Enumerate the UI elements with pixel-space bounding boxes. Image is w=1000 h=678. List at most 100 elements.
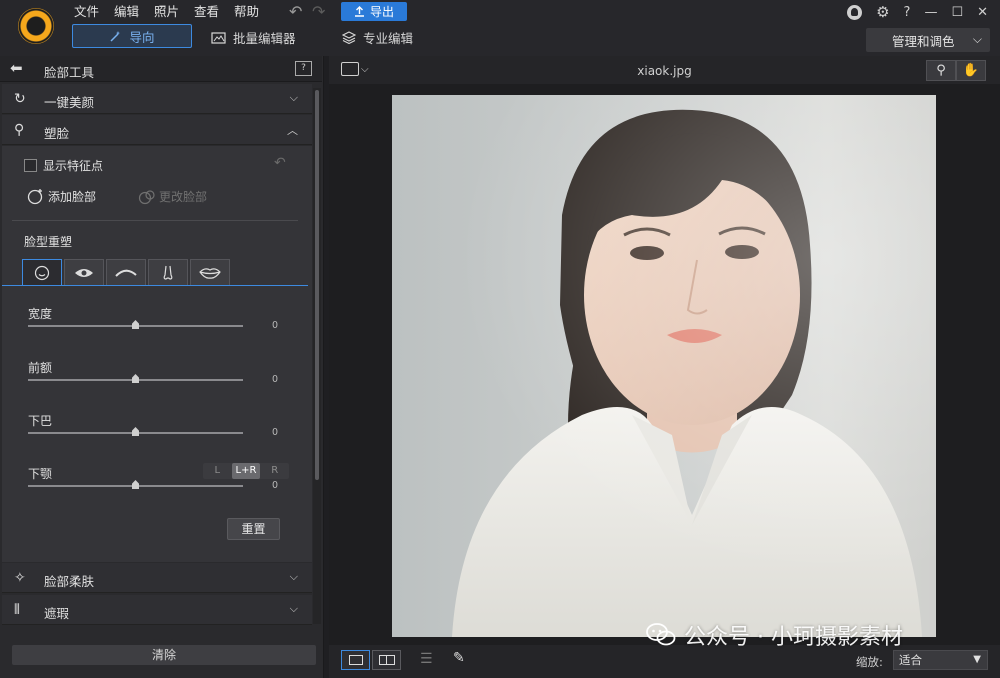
side-left-option[interactable]: L [203,463,232,479]
sparkle-face-icon: ✧ [14,570,26,586]
menu-bar: 文件 编辑 照片 查看 帮助 [74,3,274,21]
eyedropper-icon[interactable]: ✎ [453,650,465,666]
brow-icon [115,269,137,277]
panel-header: ⬅ 脸部工具 ? [0,56,322,82]
portrait-photo[interactable] [392,95,936,637]
tab-lips[interactable] [190,259,230,286]
menu-edit[interactable]: 编辑 [114,3,154,21]
section-face-reshape[interactable]: ⚲ 塑脸 ︿ [2,115,312,145]
section-reshape-label: 塑脸 [44,126,70,141]
redo-icon[interactable]: ↷ [312,2,325,21]
divider [12,220,298,221]
mode-tab-guide[interactable]: 导向 [72,24,192,48]
back-arrow-icon[interactable]: ⬅ [10,59,23,77]
add-face-icon [27,189,43,205]
manage-and-color-dropdown[interactable]: 管理和调色 ⌵ [866,28,990,52]
slider-chin-label: 下巴 [28,414,53,428]
mode-guide-label: 导向 [129,29,155,45]
title-bar: 文件 编辑 照片 查看 帮助 ↶ ↷ 导出 ⚙ ? — ☐ ✕ 导向 批量编辑器… [0,0,1000,56]
maximize-icon[interactable]: ☐ [951,5,963,20]
section-face-soften[interactable]: ✧ 脸部柔肤 ⌵ [2,563,312,593]
panel-help-icon[interactable]: ? [295,61,312,76]
nose-icon [163,265,173,280]
section-soften-label: 脸部柔肤 [44,574,95,589]
undo-icon[interactable]: ↶ [289,2,302,21]
panel-scroll-thumb[interactable] [315,90,319,480]
mode-pro-label: 专业编辑 [363,31,414,46]
change-face-button[interactable]: 更改脸部 [138,188,207,205]
chevron-up-icon: ︿ [287,124,298,137]
section-beauty-label: 一键美颜 [44,95,95,110]
mode-tab-batch[interactable]: 批量编辑器 [211,28,296,47]
slider-jaw-value: 0 [271,480,278,491]
slider-chin[interactable]: 下巴 0 [28,412,278,452]
tab-eyebrows[interactable] [106,259,146,286]
tab-face-shape[interactable] [22,259,62,286]
section-concealer[interactable]: ⫴ 遮瑕 ⌵ [2,595,312,625]
lips-icon [199,267,221,279]
tab-underline [2,285,308,286]
add-face-button[interactable]: 添加脸部 [26,187,96,205]
before-after-icon[interactable]: ☰ [420,651,433,667]
export-button[interactable]: 导出 [341,2,407,21]
tab-eyes[interactable] [64,259,104,286]
side-toggle: L L+R R [203,463,289,479]
file-name: xiaok.jpg [637,64,692,78]
minimize-icon[interactable]: — [924,5,937,20]
change-face-label: 更改脸部 [159,190,208,204]
batch-images-icon [211,31,226,44]
panel-title: 脸部工具 [44,65,95,80]
side-both-option[interactable]: L+R [231,463,261,479]
face-shape-title: 脸型重塑 [24,235,73,249]
account-icon[interactable] [847,4,863,20]
viewer-tools: ⚲ ✋ [926,60,986,81]
face-part-tabs [22,259,230,286]
single-view-button[interactable] [341,650,370,670]
zoom-select[interactable]: 适合 ▼ [893,650,988,670]
slider-thumb[interactable] [132,480,139,489]
slider-thumb[interactable] [132,320,139,329]
side-right-option[interactable]: R [260,463,289,479]
manage-label: 管理和调色 [892,33,955,49]
slider-thumb[interactable] [132,427,139,436]
show-feature-points-checkbox[interactable] [24,159,37,172]
face-search-icon: ⚲ [14,122,25,138]
section-one-click-beauty[interactable]: ↻ 一键美颜 ⌵ [2,84,312,114]
help-icon[interactable]: ? [904,5,911,20]
pan-hand-button[interactable]: ✋ [956,60,986,81]
clear-button[interactable]: 清除 [12,645,316,665]
menu-help[interactable]: 帮助 [234,3,274,21]
show-feature-points-row[interactable]: 显示特征点 [24,157,103,174]
close-icon[interactable]: ✕ [977,5,988,20]
window-controls: ⚙ ? — ☐ ✕ [847,3,988,21]
slider-chin-value: 0 [271,427,278,438]
refresh-smile-icon: ↻ [14,91,26,107]
face-icon [34,265,50,280]
mode-tab-pro[interactable]: 专业编辑 [342,28,413,47]
menu-photo[interactable]: 照片 [154,3,194,21]
zoom-search-button[interactable]: ⚲ [926,60,956,81]
slider-width-value: 0 [271,320,278,331]
tab-nose[interactable] [148,259,188,286]
chevron-down-icon: ⌵ [972,32,982,46]
reset-button[interactable]: 重置 [227,518,280,540]
compare-view-button[interactable] [372,650,401,670]
viewer-header: ⌵ xiaok.jpg ⚲ ✋ [329,56,1000,84]
split-view-icon [378,655,395,665]
chevron-down-icon: ⌵ [289,570,298,583]
single-view-icon [348,655,363,665]
wechat-icon [646,623,676,646]
app-logo [18,8,54,44]
menu-file[interactable]: 文件 [74,3,114,21]
settings-gear-icon[interactable]: ⚙ [876,3,889,21]
slider-thumb[interactable] [132,374,139,383]
undo-reset-icon[interactable]: ↶ [274,155,286,171]
watermark-text: 公众号 · 小珂摄影素材 [684,625,903,650]
upload-icon [354,6,364,17]
menu-view[interactable]: 查看 [194,3,234,21]
zoom-value: 适合 [899,653,922,667]
slider-width[interactable]: 宽度 0 [28,305,278,345]
watermark: 公众号 · 小珂摄影素材 [646,619,903,651]
slider-forehead-value: 0 [271,374,278,385]
slider-forehead[interactable]: 前额 0 [28,359,278,399]
